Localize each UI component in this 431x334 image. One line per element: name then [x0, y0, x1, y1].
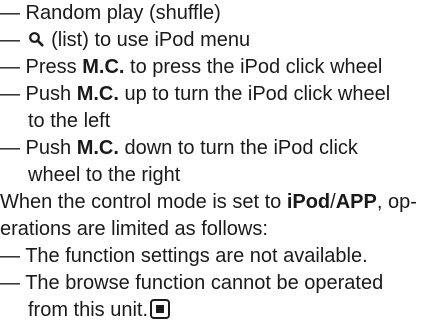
mc-label: M.C.	[76, 137, 119, 159]
limit-item-function-settings: — The function settings are not availabl…	[0, 243, 368, 270]
paragraph-continuation: erations are limited as follows:	[0, 218, 268, 240]
mc-up-prefix: — Push	[0, 83, 77, 105]
paragraph-line-2: erations are limited as follows:	[0, 216, 268, 243]
mc-press-suffix: to press the iPod click wheel	[124, 56, 383, 78]
limit-item-browse-continuation: from this unit.	[28, 297, 171, 324]
list-item-mc-press: — Press M.C. to press the iPod click whe…	[0, 54, 382, 81]
limit-item-2-continuation: from this unit.	[28, 299, 149, 321]
list-item-ipod-menu: — (list) to use iPod menu	[0, 27, 250, 54]
mc-down-prefix: — Push	[0, 137, 77, 159]
limit-item-browse: — The browse function cannot be operated	[0, 270, 383, 297]
ipod-label: iPod	[286, 191, 331, 213]
list-item-mc-down-continuation: wheel to the right	[28, 162, 180, 189]
mc-press-prefix: — Press	[0, 56, 83, 78]
mc-label: M.C.	[76, 83, 119, 105]
paragraph-suffix: , op-	[376, 191, 417, 213]
random-play-text: — Random play (shuffle)	[0, 2, 221, 24]
limit-item-2-text: — The browse function cannot be operated	[0, 272, 384, 294]
list-item-mc-up-continuation: to the left	[28, 108, 110, 135]
search-icon	[28, 28, 44, 47]
app-label: APP	[335, 191, 377, 213]
list-item-random-play: — Random play (shuffle)	[0, 0, 221, 27]
mc-up-suffix: up to turn the iPod click wheel	[118, 83, 391, 105]
list-dash: —	[0, 29, 26, 51]
list-item-mc-down: — Push M.C. down to turn the iPod click	[0, 135, 358, 162]
mc-up-continuation: to the left	[28, 110, 111, 132]
list-item-mc-up: — Push M.C. up to turn the iPod click wh…	[0, 81, 390, 108]
limit-item-1-text: — The function settings are not availabl…	[0, 245, 368, 267]
stop-icon	[150, 299, 171, 319]
mc-down-continuation: wheel to the right	[28, 164, 181, 186]
ipod-menu-text: (list) to use iPod menu	[51, 29, 251, 51]
mc-label: M.C.	[82, 56, 125, 78]
paragraph-line-1: When the control mode is set to iPod/APP…	[0, 189, 417, 216]
mc-down-suffix: down to turn the iPod click	[118, 137, 358, 159]
paragraph-prefix: When the control mode is set to	[0, 191, 287, 213]
